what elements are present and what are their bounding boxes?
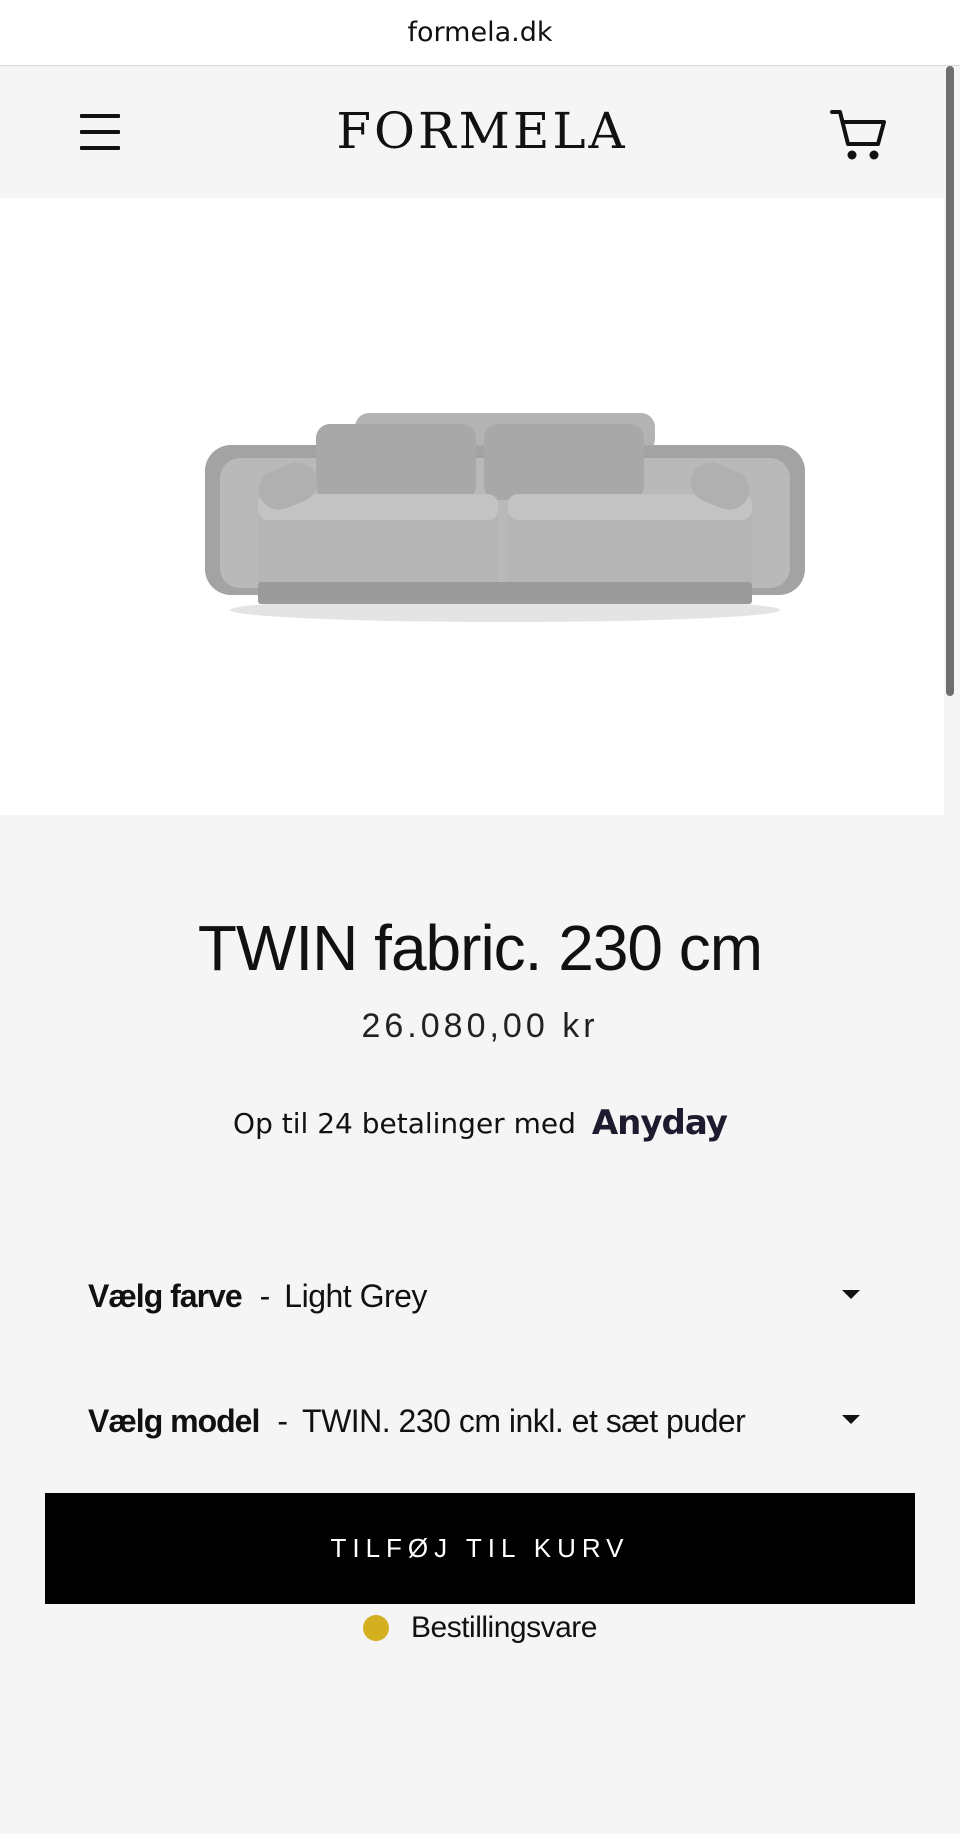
anyday-payment-info[interactable]: Op til 24 betalinger med Anyday [0,1103,960,1143]
product-title: TWIN fabric. 230 cm [197,912,763,984]
product-price: 26.080,00 kr [361,1007,599,1045]
menu-line [80,146,120,150]
address-bar[interactable]: formela.dk [0,0,960,66]
menu-line [80,130,120,134]
product-details: TWIN fabric. 230 cm 26.080,00 kr Op til … [0,815,960,1834]
page-scrollbar[interactable] [946,66,954,696]
url-text: formela.dk [407,17,553,48]
menu-line [80,114,120,118]
color-value: Light Grey [284,1277,427,1314]
site-logo[interactable]: FORMELA [300,102,664,160]
shopping-cart-icon[interactable] [828,104,888,164]
model-label: Vælg model [88,1402,260,1439]
sofa-product-image[interactable] [190,398,820,638]
option-separator: - [259,1277,271,1314]
option-separator: - [277,1402,289,1439]
model-select[interactable]: Vælg model - TWIN. 230 cm inkl. et sæt p… [88,1393,868,1449]
add-to-cart-button[interactable]: TILFØJ TIL KURV [45,1493,915,1604]
cart-glyph [830,110,886,160]
model-value: TWIN. 230 cm inkl. et sæt puder [302,1402,746,1439]
stock-status-dot-icon [363,1615,390,1641]
chevron-down-icon [842,1415,860,1424]
color-label: Vælg farve [88,1277,243,1314]
hamburger-menu-icon[interactable] [78,110,122,154]
anyday-logo: Anyday [591,1103,728,1143]
stock-status: Bestillingsvare [0,1611,960,1645]
chevron-down-icon [842,1290,860,1299]
site-header: FORMELA [0,66,944,198]
color-select[interactable]: Vælg farve - Light Grey [88,1268,868,1324]
stock-status-text: Bestillingsvare [411,1611,597,1644]
product-image-area [0,198,944,815]
payment-text: Op til 24 betalinger med [233,1106,576,1140]
